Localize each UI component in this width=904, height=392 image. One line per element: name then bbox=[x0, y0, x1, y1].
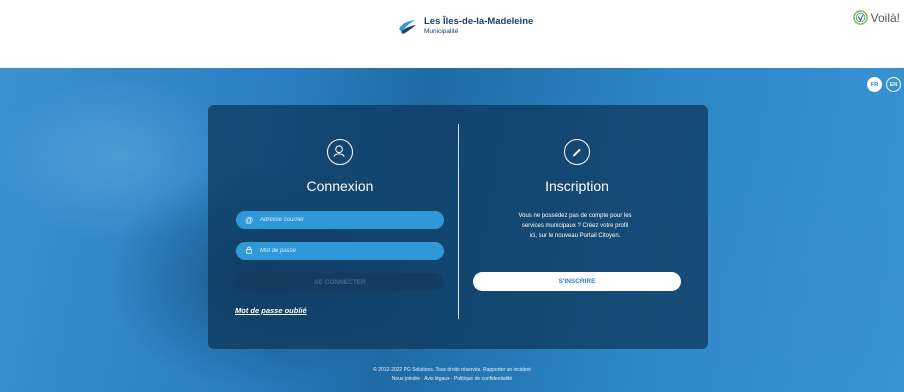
at-icon: @ bbox=[244, 215, 254, 225]
voila-logo[interactable]: Voilà! bbox=[852, 10, 900, 25]
signup-text-line: Vous ne possédez pas de compte pour les bbox=[518, 213, 632, 219]
password-field[interactable] bbox=[236, 242, 444, 260]
signup-title: Inscription bbox=[545, 178, 609, 194]
signup-button[interactable]: S'INSCRIRE bbox=[473, 272, 681, 291]
password-input[interactable] bbox=[260, 248, 430, 254]
brand-name: Les Îles-de-la-Madeleine bbox=[424, 16, 534, 27]
pencil-icon bbox=[564, 139, 590, 165]
wave-logo-icon bbox=[399, 20, 416, 34]
lang-fr-button[interactable]: FR bbox=[867, 77, 882, 92]
privacy-link[interactable]: Politique de confidentialité bbox=[454, 376, 512, 382]
report-incident-link[interactable]: Rapporter un incident bbox=[483, 367, 531, 373]
footer: © 2012-2022 PG Solutions. Tous droits ré… bbox=[373, 367, 531, 382]
email-input[interactable] bbox=[260, 217, 430, 223]
forgot-password-link[interactable]: Mot de passe oublié bbox=[235, 306, 307, 315]
signup-text-line: ici, sur le nouveau Portail Citoyen. bbox=[529, 233, 621, 239]
user-icon bbox=[327, 139, 353, 165]
lang-en-button[interactable]: EN bbox=[886, 77, 901, 92]
copyright-text: © 2012-2022 PG Solutions. Tous droits ré… bbox=[373, 367, 482, 373]
login-button[interactable]: SE CONNECTER bbox=[236, 273, 444, 291]
email-field[interactable]: @ bbox=[236, 211, 444, 229]
voila-label: Voilà! bbox=[870, 10, 900, 25]
login-title: Connexion bbox=[306, 178, 374, 194]
brand-logo[interactable]: Les Îles-de-la-Madeleine Municipalité bbox=[396, 15, 533, 37]
top-bar: Les Îles-de-la-Madeleine Municipalité Vo… bbox=[0, 0, 904, 68]
signup-description: Vous ne possédez pas de compte pour les … bbox=[492, 211, 658, 241]
voila-check-icon bbox=[852, 10, 868, 25]
lock-icon bbox=[244, 246, 254, 256]
contact-link[interactable]: Nous joindre bbox=[392, 376, 420, 382]
legal-link[interactable]: Avis légaux bbox=[424, 376, 449, 382]
brand-subtitle: Municipalité bbox=[424, 27, 459, 35]
card-divider bbox=[458, 124, 459, 319]
signup-text-line: services municipaux ? Créez votre profil bbox=[521, 223, 629, 229]
